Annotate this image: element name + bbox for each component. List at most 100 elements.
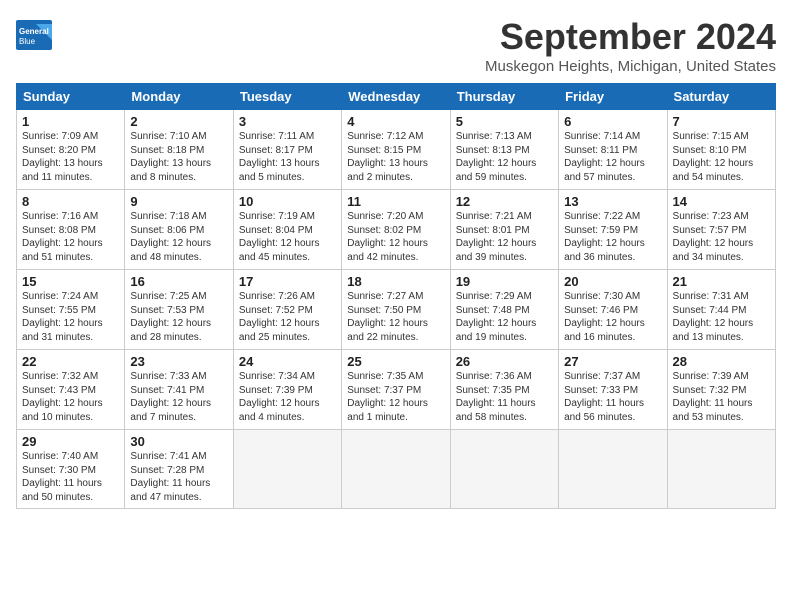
day-number: 30 <box>130 434 227 449</box>
calendar-cell: 17Sunrise: 7:26 AMSunset: 7:52 PMDayligh… <box>233 270 341 350</box>
calendar-cell: 14Sunrise: 7:23 AMSunset: 7:57 PMDayligh… <box>667 190 775 270</box>
cell-sun-info: Sunrise: 7:41 AMSunset: 7:28 PMDaylight:… <box>130 450 227 504</box>
cell-sun-info: Sunrise: 7:15 AMSunset: 8:10 PMDaylight:… <box>673 130 770 184</box>
day-number: 29 <box>22 434 119 449</box>
column-header-wednesday: Wednesday <box>342 84 450 110</box>
calendar-cell: 12Sunrise: 7:21 AMSunset: 8:01 PMDayligh… <box>450 190 558 270</box>
title-block: September 2024 Muskegon Heights, Michiga… <box>485 16 776 75</box>
day-number: 17 <box>239 274 336 289</box>
cell-sun-info: Sunrise: 7:32 AMSunset: 7:43 PMDaylight:… <box>22 370 119 424</box>
calendar-cell: 9Sunrise: 7:18 AMSunset: 8:06 PMDaylight… <box>125 190 233 270</box>
calendar-table: SundayMondayTuesdayWednesdayThursdayFrid… <box>16 83 776 509</box>
day-number: 20 <box>564 274 661 289</box>
day-number: 11 <box>347 194 444 209</box>
day-number: 19 <box>456 274 553 289</box>
calendar-cell: 8Sunrise: 7:16 AMSunset: 8:08 PMDaylight… <box>17 190 125 270</box>
day-number: 9 <box>130 194 227 209</box>
column-header-sunday: Sunday <box>17 84 125 110</box>
cell-sun-info: Sunrise: 7:36 AMSunset: 7:35 PMDaylight:… <box>456 370 553 424</box>
calendar-cell: 15Sunrise: 7:24 AMSunset: 7:55 PMDayligh… <box>17 270 125 350</box>
calendar-cell: 24Sunrise: 7:34 AMSunset: 7:39 PMDayligh… <box>233 350 341 430</box>
logo-icon: General Blue <box>16 20 52 50</box>
cell-sun-info: Sunrise: 7:27 AMSunset: 7:50 PMDaylight:… <box>347 290 444 344</box>
day-number: 1 <box>22 114 119 129</box>
calendar-cell: 18Sunrise: 7:27 AMSunset: 7:50 PMDayligh… <box>342 270 450 350</box>
cell-sun-info: Sunrise: 7:34 AMSunset: 7:39 PMDaylight:… <box>239 370 336 424</box>
calendar-cell: 25Sunrise: 7:35 AMSunset: 7:37 PMDayligh… <box>342 350 450 430</box>
cell-sun-info: Sunrise: 7:16 AMSunset: 8:08 PMDaylight:… <box>22 210 119 264</box>
week-row-1: 1Sunrise: 7:09 AMSunset: 8:20 PMDaylight… <box>17 110 776 190</box>
cell-sun-info: Sunrise: 7:23 AMSunset: 7:57 PMDaylight:… <box>673 210 770 264</box>
day-number: 21 <box>673 274 770 289</box>
day-number: 2 <box>130 114 227 129</box>
cell-sun-info: Sunrise: 7:12 AMSunset: 8:15 PMDaylight:… <box>347 130 444 184</box>
calendar-cell: 16Sunrise: 7:25 AMSunset: 7:53 PMDayligh… <box>125 270 233 350</box>
day-number: 22 <box>22 354 119 369</box>
day-number: 25 <box>347 354 444 369</box>
svg-text:Blue: Blue <box>19 37 36 46</box>
day-number: 4 <box>347 114 444 129</box>
cell-sun-info: Sunrise: 7:10 AMSunset: 8:18 PMDaylight:… <box>130 130 227 184</box>
location-title: Muskegon Heights, Michigan, United State… <box>485 58 776 75</box>
calendar-cell: 26Sunrise: 7:36 AMSunset: 7:35 PMDayligh… <box>450 350 558 430</box>
cell-sun-info: Sunrise: 7:26 AMSunset: 7:52 PMDaylight:… <box>239 290 336 344</box>
day-number: 10 <box>239 194 336 209</box>
calendar-cell: 4Sunrise: 7:12 AMSunset: 8:15 PMDaylight… <box>342 110 450 190</box>
calendar-cell: 7Sunrise: 7:15 AMSunset: 8:10 PMDaylight… <box>667 110 775 190</box>
calendar-cell: 19Sunrise: 7:29 AMSunset: 7:48 PMDayligh… <box>450 270 558 350</box>
day-number: 6 <box>564 114 661 129</box>
day-number: 27 <box>564 354 661 369</box>
calendar-cell: 3Sunrise: 7:11 AMSunset: 8:17 PMDaylight… <box>233 110 341 190</box>
column-header-saturday: Saturday <box>667 84 775 110</box>
calendar-cell <box>559 430 667 509</box>
column-header-monday: Monday <box>125 84 233 110</box>
cell-sun-info: Sunrise: 7:39 AMSunset: 7:32 PMDaylight:… <box>673 370 770 424</box>
calendar-cell: 29Sunrise: 7:40 AMSunset: 7:30 PMDayligh… <box>17 430 125 509</box>
cell-sun-info: Sunrise: 7:19 AMSunset: 8:04 PMDaylight:… <box>239 210 336 264</box>
month-title: September 2024 <box>485 16 776 58</box>
cell-sun-info: Sunrise: 7:11 AMSunset: 8:17 PMDaylight:… <box>239 130 336 184</box>
cell-sun-info: Sunrise: 7:14 AMSunset: 8:11 PMDaylight:… <box>564 130 661 184</box>
cell-sun-info: Sunrise: 7:25 AMSunset: 7:53 PMDaylight:… <box>130 290 227 344</box>
day-number: 18 <box>347 274 444 289</box>
day-number: 14 <box>673 194 770 209</box>
page-header: General Blue September 2024 Muskegon Hei… <box>16 16 776 75</box>
calendar-cell: 28Sunrise: 7:39 AMSunset: 7:32 PMDayligh… <box>667 350 775 430</box>
day-number: 24 <box>239 354 336 369</box>
calendar-cell: 30Sunrise: 7:41 AMSunset: 7:28 PMDayligh… <box>125 430 233 509</box>
column-header-thursday: Thursday <box>450 84 558 110</box>
cell-sun-info: Sunrise: 7:31 AMSunset: 7:44 PMDaylight:… <box>673 290 770 344</box>
column-header-tuesday: Tuesday <box>233 84 341 110</box>
calendar-cell: 27Sunrise: 7:37 AMSunset: 7:33 PMDayligh… <box>559 350 667 430</box>
cell-sun-info: Sunrise: 7:33 AMSunset: 7:41 PMDaylight:… <box>130 370 227 424</box>
calendar-cell <box>342 430 450 509</box>
cell-sun-info: Sunrise: 7:18 AMSunset: 8:06 PMDaylight:… <box>130 210 227 264</box>
day-number: 13 <box>564 194 661 209</box>
calendar-cell: 10Sunrise: 7:19 AMSunset: 8:04 PMDayligh… <box>233 190 341 270</box>
cell-sun-info: Sunrise: 7:24 AMSunset: 7:55 PMDaylight:… <box>22 290 119 344</box>
calendar-cell: 21Sunrise: 7:31 AMSunset: 7:44 PMDayligh… <box>667 270 775 350</box>
day-number: 8 <box>22 194 119 209</box>
calendar-cell <box>450 430 558 509</box>
day-number: 3 <box>239 114 336 129</box>
day-number: 5 <box>456 114 553 129</box>
day-number: 7 <box>673 114 770 129</box>
calendar-cell: 23Sunrise: 7:33 AMSunset: 7:41 PMDayligh… <box>125 350 233 430</box>
calendar-cell: 6Sunrise: 7:14 AMSunset: 8:11 PMDaylight… <box>559 110 667 190</box>
day-number: 23 <box>130 354 227 369</box>
week-row-3: 15Sunrise: 7:24 AMSunset: 7:55 PMDayligh… <box>17 270 776 350</box>
column-header-friday: Friday <box>559 84 667 110</box>
cell-sun-info: Sunrise: 7:37 AMSunset: 7:33 PMDaylight:… <box>564 370 661 424</box>
day-number: 15 <box>22 274 119 289</box>
calendar-cell: 1Sunrise: 7:09 AMSunset: 8:20 PMDaylight… <box>17 110 125 190</box>
week-row-5: 29Sunrise: 7:40 AMSunset: 7:30 PMDayligh… <box>17 430 776 509</box>
calendar-cell: 11Sunrise: 7:20 AMSunset: 8:02 PMDayligh… <box>342 190 450 270</box>
cell-sun-info: Sunrise: 7:29 AMSunset: 7:48 PMDaylight:… <box>456 290 553 344</box>
cell-sun-info: Sunrise: 7:22 AMSunset: 7:59 PMDaylight:… <box>564 210 661 264</box>
calendar-cell: 20Sunrise: 7:30 AMSunset: 7:46 PMDayligh… <box>559 270 667 350</box>
week-row-4: 22Sunrise: 7:32 AMSunset: 7:43 PMDayligh… <box>17 350 776 430</box>
cell-sun-info: Sunrise: 7:40 AMSunset: 7:30 PMDaylight:… <box>22 450 119 504</box>
calendar-cell <box>233 430 341 509</box>
cell-sun-info: Sunrise: 7:30 AMSunset: 7:46 PMDaylight:… <box>564 290 661 344</box>
day-number: 28 <box>673 354 770 369</box>
